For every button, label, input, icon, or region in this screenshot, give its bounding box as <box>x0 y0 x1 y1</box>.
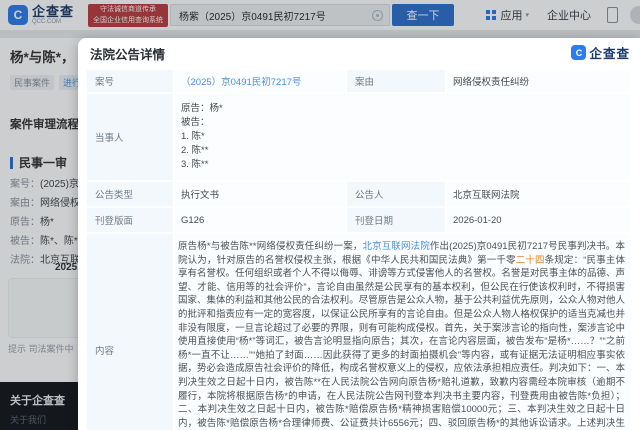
announcement-type-value: 执行文书 <box>174 181 346 207</box>
party-plaintiff: 原告：杨* <box>181 102 625 116</box>
party-defendant-1: 1. 陈* <box>181 130 625 144</box>
modal-qcc-logo: C 企查查 <box>571 43 630 62</box>
table-row-parties: 当事人 原告：杨* 被告： 1. 陈* 2. 陈** 3. 陈** <box>86 93 632 181</box>
case-no-label: 案号 <box>86 69 174 93</box>
content-label: 内容 <box>86 233 174 430</box>
table-row-type: 公告类型 执行文书 公告人 北京互联网法院 <box>86 181 632 207</box>
table-row-content: 内容 原告杨*与被告陈**网络侵权责任纠纷一案，北京互联网法院作出(2025)京… <box>86 233 632 430</box>
cause-value: 网络侵权责任纠纷 <box>446 69 632 93</box>
publish-date-label: 刊登日期 <box>346 207 446 233</box>
party-defendant-2: 2. 陈** <box>181 144 625 158</box>
announcer-label: 公告人 <box>346 181 446 207</box>
announcement-content: 原告杨*与被告陈**网络侵权责任纠纷一案，北京互联网法院作出(2025)京049… <box>178 240 625 430</box>
table-row-case-no: 案号 （2025）京0491民初7217号 案由 网络侵权责任纠纷 <box>86 69 632 93</box>
publish-page-label: 刊登版面 <box>86 207 174 233</box>
court-announcement-modal: 法院公告详情 C 企查查 案号 （2025）京0491民初7217号 案由 网络… <box>78 38 640 430</box>
parties-list: 原告：杨* 被告： 1. 陈* 2. 陈** 3. 陈** <box>181 98 625 176</box>
announcement-table: 案号 （2025）京0491民初7217号 案由 网络侵权责任纠纷 当事人 原告… <box>86 69 632 430</box>
party-defendant-heading: 被告： <box>181 116 625 130</box>
case-no-link[interactable]: （2025）京0491民初7217号 <box>181 77 301 88</box>
publish-page-value: G126 <box>174 207 346 233</box>
table-row-page: 刊登版面 G126 刊登日期 2026-01-20 <box>86 207 632 233</box>
parties-label: 当事人 <box>86 93 174 181</box>
party-defendant-3: 3. 陈** <box>181 158 625 172</box>
announcement-type-label: 公告类型 <box>86 181 174 207</box>
publish-date-value: 2026-01-20 <box>446 207 632 233</box>
highlighted-text: 二十四 <box>516 255 545 266</box>
screen: C 企查查 QCC.COM 守法诚信商道传承 全国企业信用查询系统 查一下 应用… <box>0 0 640 430</box>
court-link[interactable]: 北京互联网法院 <box>363 241 430 252</box>
modal-title: 法院公告详情 <box>90 48 165 62</box>
modal-header: 法院公告详情 C 企查查 <box>78 38 640 64</box>
announcer-value: 北京互联网法院 <box>446 181 632 207</box>
qcc-logo-icon-small: C <box>571 45 586 60</box>
cause-label: 案由 <box>346 69 446 93</box>
